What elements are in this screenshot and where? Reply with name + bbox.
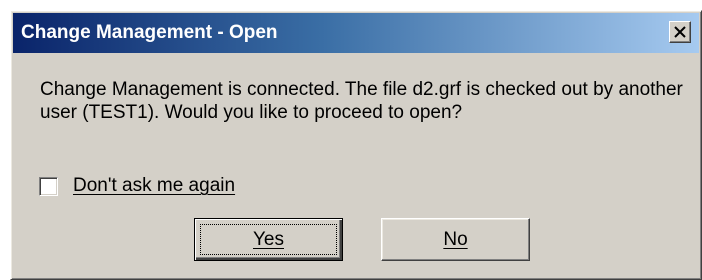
- no-button[interactable]: No: [381, 218, 530, 261]
- dialog-message: Change Management is connected. The file…: [40, 79, 683, 123]
- change-management-dialog: Change Management - Open Change Manageme…: [10, 10, 702, 280]
- dont-ask-again-checkbox[interactable]: [39, 176, 58, 196]
- yes-button[interactable]: Yes: [194, 218, 343, 261]
- dont-ask-again-row[interactable]: Don't ask me again: [39, 175, 235, 197]
- close-icon: [674, 26, 686, 38]
- no-button-label: No: [443, 229, 468, 250]
- close-button[interactable]: [669, 21, 691, 43]
- yes-button-label: Yes: [253, 229, 284, 250]
- dialog-title: Change Management - Open: [21, 22, 278, 43]
- dont-ask-again-label[interactable]: Don't ask me again: [73, 175, 235, 197]
- dialog-titlebar[interactable]: Change Management - Open: [13, 13, 699, 53]
